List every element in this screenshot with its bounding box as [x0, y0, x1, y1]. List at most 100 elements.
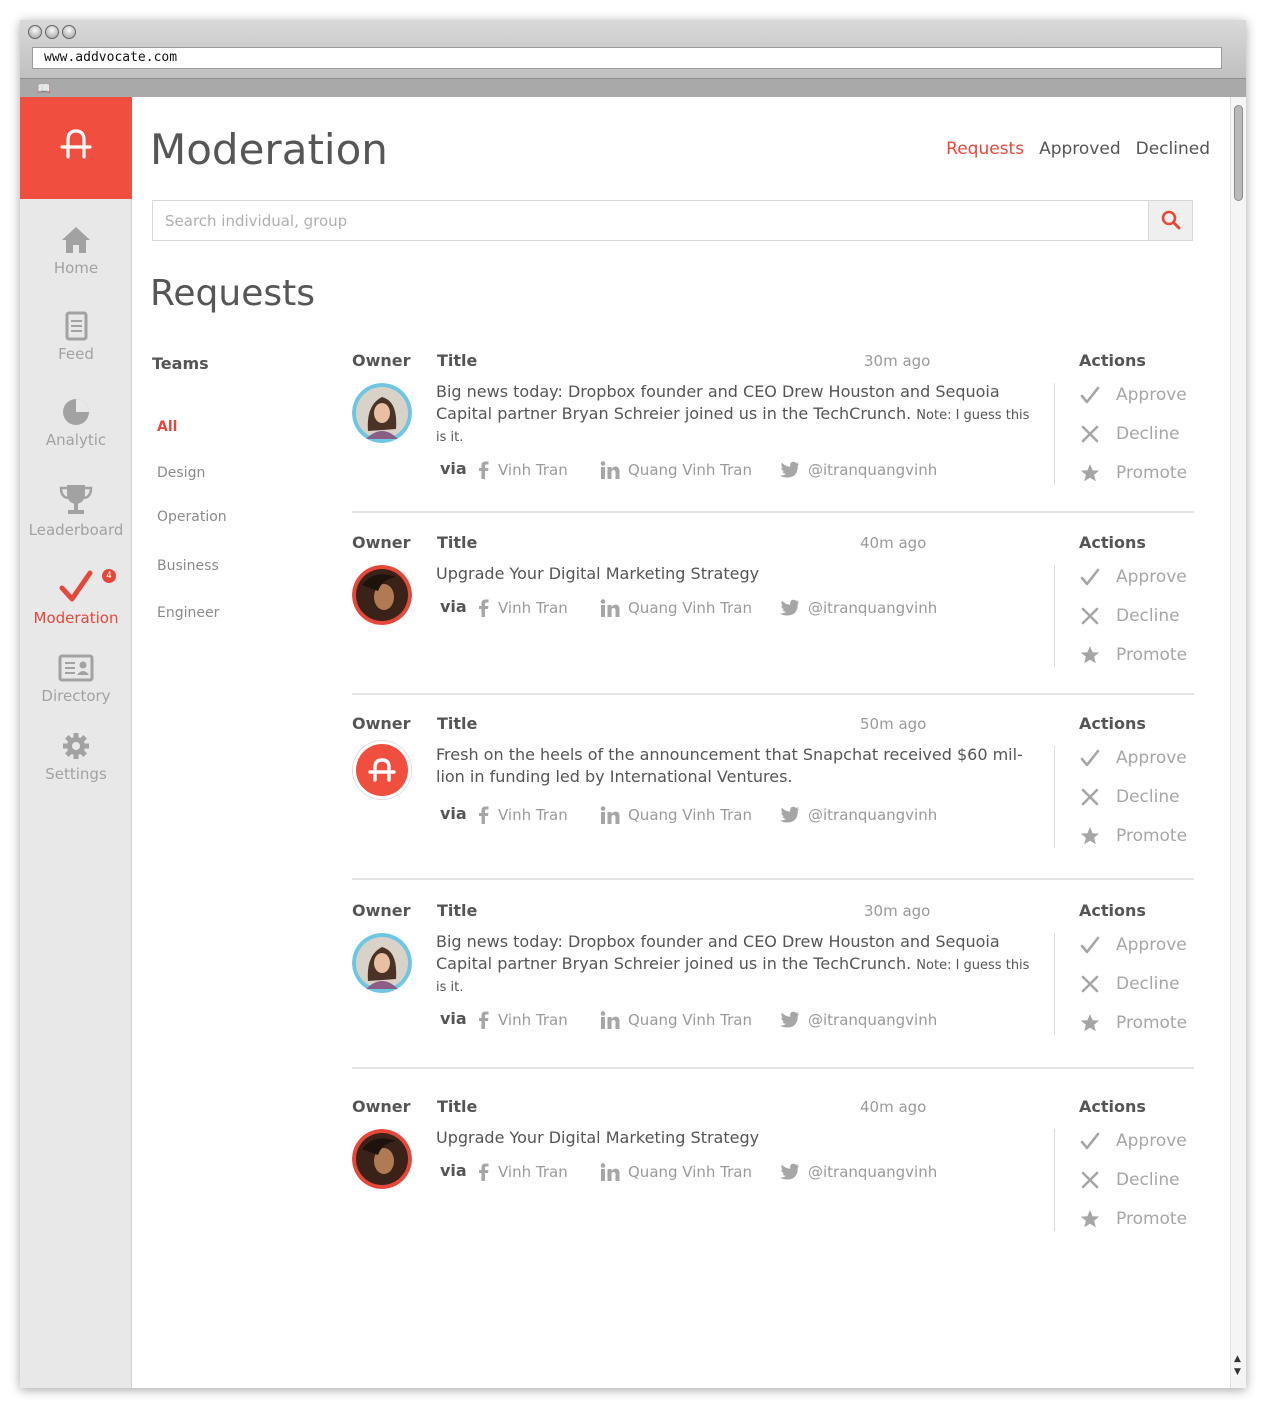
sidebar-item-leaderboard[interactable]: Leaderboard [20, 483, 132, 539]
post-title[interactable]: Big news today: Dropbox founder and CEO … [436, 381, 1032, 447]
facebook-source[interactable]: Vinh Tran [476, 806, 568, 824]
approve-label: Approve [1116, 935, 1187, 955]
row-divider [352, 878, 1194, 880]
twitter-source[interactable]: @itranquangvinh [778, 599, 937, 617]
search-button[interactable] [1148, 201, 1192, 240]
tab-declined[interactable]: Declined [1136, 139, 1210, 159]
decline-button[interactable]: Decline [1080, 787, 1180, 807]
twitter-source-handle: @itranquangvinh [808, 461, 938, 479]
twitter-source[interactable]: @itranquangvinh [778, 1163, 937, 1181]
facebook-icon [479, 1011, 489, 1029]
linkedin-source-name: Quang Vinh Tran [628, 599, 753, 617]
approve-button[interactable]: Approve [1080, 567, 1187, 587]
actions-column-header: Actions [1079, 714, 1146, 733]
promote-button[interactable]: Promote [1080, 1013, 1187, 1033]
promote-button[interactable]: Promote [1080, 826, 1187, 846]
approve-check-icon [1080, 749, 1100, 767]
sidebar-item-label: Moderation [33, 609, 119, 627]
actions-divider [1054, 1129, 1055, 1231]
linkedin-source[interactable]: Quang Vinh Tran [600, 806, 752, 824]
addvocate-logo[interactable] [20, 97, 132, 199]
linkedin-source-name: Quang Vinh Tran [628, 1163, 753, 1181]
scroll-down-arrow-icon[interactable]: ▼ [1234, 1367, 1241, 1377]
promote-button[interactable]: Promote [1080, 1209, 1187, 1229]
via-label: via [440, 804, 467, 823]
via-label: via [440, 459, 467, 478]
linkedin-source[interactable]: Quang Vinh Tran [600, 1163, 752, 1181]
owner-avatar[interactable] [352, 740, 412, 800]
owner-avatar[interactable] [352, 1129, 412, 1189]
avatar-woman-blue-ring [352, 933, 412, 993]
search-input[interactable] [153, 201, 1143, 240]
approve-label: Approve [1116, 748, 1187, 768]
decline-button[interactable]: Decline [1080, 974, 1180, 994]
owner-avatar[interactable] [352, 383, 412, 443]
decline-button[interactable]: Decline [1080, 606, 1180, 626]
linkedin-source-name: Quang Vinh Tran [628, 806, 753, 824]
notification-badge: 4 [102, 569, 116, 583]
promote-star-icon [1080, 1014, 1100, 1032]
scrollbar-thumb[interactable] [1234, 105, 1243, 201]
decline-button[interactable]: Decline [1080, 1170, 1180, 1190]
tab-approved[interactable]: Approved [1039, 139, 1121, 159]
promote-label: Promote [1116, 1209, 1188, 1229]
owner-column-header: Owner [352, 901, 411, 920]
sidebar-item-home[interactable]: Home [20, 225, 132, 277]
facebook-source[interactable]: Vinh Tran [476, 1011, 568, 1029]
linkedin-source[interactable]: Quang Vinh Tran [600, 1011, 752, 1029]
team-filter-operation[interactable]: Operation [157, 509, 227, 525]
linkedin-source[interactable]: Quang Vinh Tran [600, 599, 752, 617]
team-filter-engineer[interactable]: Engineer [157, 605, 219, 621]
decline-button[interactable]: Decline [1080, 424, 1180, 444]
approve-label: Approve [1116, 385, 1187, 405]
post-title-text: Upgrade Your Digital Marketing Strategy [436, 564, 760, 583]
decline-label: Decline [1116, 606, 1180, 626]
vertical-scrollbar[interactable]: ▲ ▼ [1230, 97, 1246, 1388]
linkedin-source[interactable]: Quang Vinh Tran [600, 461, 752, 479]
tab-requests[interactable]: Requests [946, 139, 1024, 159]
facebook-source-name: Vinh Tran [498, 461, 568, 479]
team-filter-all[interactable]: All [157, 419, 177, 435]
sidebar-item-settings[interactable]: Settings [20, 731, 132, 783]
close-window-button[interactable] [28, 25, 42, 39]
linkedin-icon [600, 461, 620, 479]
decline-x-icon [1081, 788, 1099, 806]
window-controls [28, 25, 76, 39]
post-title[interactable]: Big news today: Dropbox founder and CEO … [436, 931, 1032, 997]
scroll-up-arrow-icon[interactable]: ▲ [1234, 1354, 1241, 1364]
gear-icon [63, 733, 89, 759]
twitter-source[interactable]: @itranquangvinh [778, 806, 937, 824]
approve-button[interactable]: Approve [1080, 385, 1187, 405]
approve-button[interactable]: Approve [1080, 748, 1187, 768]
twitter-icon [780, 599, 799, 616]
promote-button[interactable]: Promote [1080, 463, 1187, 483]
sidebar-item-analytic[interactable]: Analytic [20, 397, 132, 449]
owner-column-header: Owner [352, 351, 411, 370]
sidebar-item-feed[interactable]: Feed [20, 311, 132, 363]
owner-avatar[interactable] [352, 933, 412, 993]
maximize-window-button[interactable] [62, 25, 76, 39]
facebook-source[interactable]: Vinh Tran [476, 599, 568, 617]
post-timestamp: 40m ago [860, 534, 927, 552]
twitter-source[interactable]: @itranquangvinh [778, 461, 937, 479]
sidebar-item-directory[interactable]: Directory [20, 653, 132, 705]
post-title[interactable]: Fresh on the heels of the announcement t… [436, 744, 1032, 788]
post-title[interactable]: Upgrade Your Digital Marketing Strategy [436, 563, 1032, 585]
facebook-source[interactable]: Vinh Tran [476, 461, 568, 479]
post-title[interactable]: Upgrade Your Digital Marketing Strategy [436, 1127, 1032, 1149]
twitter-source[interactable]: @itranquangvinh [778, 1011, 937, 1029]
facebook-source[interactable]: Vinh Tran [476, 1163, 568, 1181]
approve-check-icon [1080, 568, 1100, 586]
approve-button[interactable]: Approve [1080, 935, 1187, 955]
sidebar-item-moderation[interactable]: 4 Moderation [20, 569, 132, 627]
book-icon[interactable]: 📖 [37, 82, 51, 95]
sidebar: Home Feed Analytic Leaderboard 4 Moderat… [20, 97, 132, 1388]
address-bar[interactable]: www.addvocate.com [32, 47, 1222, 69]
owner-column-header: Owner [352, 533, 411, 552]
team-filter-design[interactable]: Design [157, 465, 205, 481]
minimize-window-button[interactable] [45, 25, 59, 39]
team-filter-business[interactable]: Business [157, 558, 219, 574]
promote-button[interactable]: Promote [1080, 645, 1187, 665]
owner-avatar[interactable] [352, 565, 412, 625]
approve-button[interactable]: Approve [1080, 1131, 1187, 1151]
